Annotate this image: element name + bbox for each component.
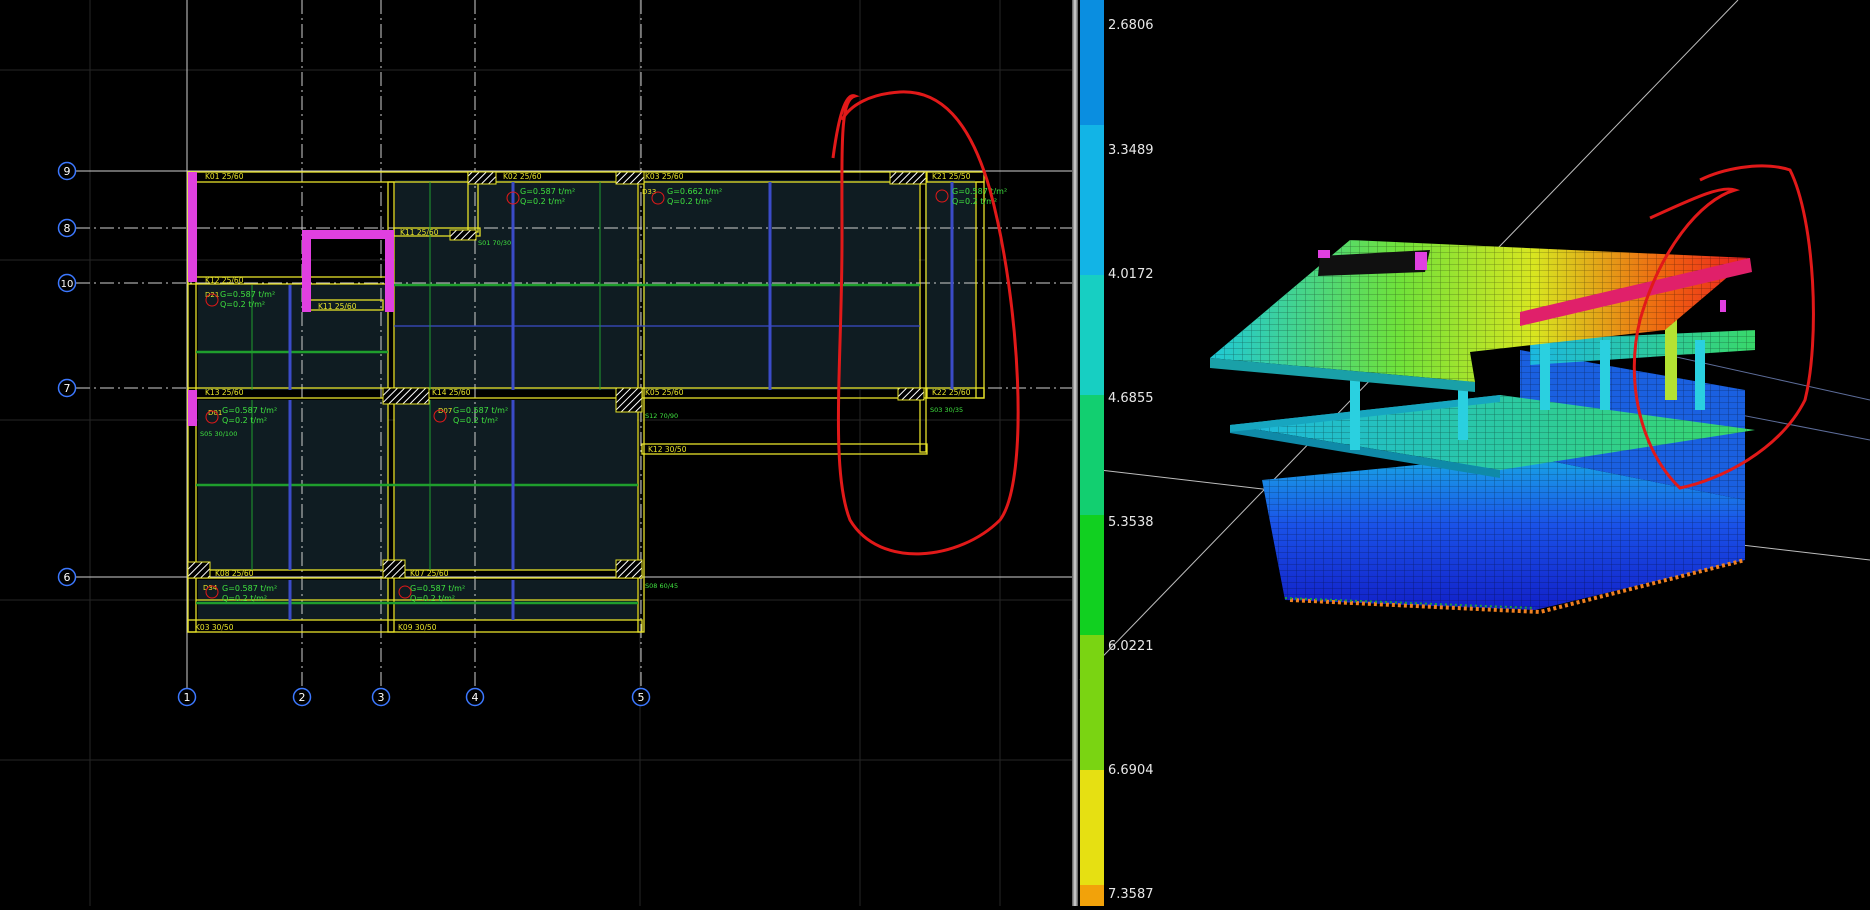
slab-q-load: Q=0.2 t/m² <box>222 594 267 603</box>
beam-label: K02 25/60 <box>503 172 542 181</box>
beam-label: K09 30/50 <box>398 623 437 632</box>
axis-bubble-5[interactable]: 5 <box>631 687 651 707</box>
slab-tag: D33 <box>642 188 656 196</box>
axis-bubble-9[interactable]: 9 <box>57 161 77 181</box>
axis-label: 4 <box>472 691 479 704</box>
beam-label: K05 25/60 <box>645 388 684 397</box>
column-label: S01 70/30 <box>478 239 511 247</box>
beam-label: K07 25/60 <box>410 569 449 578</box>
axis-bubble-10[interactable]: 10 <box>57 273 77 293</box>
slab-areas <box>198 180 975 620</box>
color-legend: 2.6806 3.3489 4.0172 4.6855 5.3538 6.022… <box>1080 0 1154 906</box>
legend-swatch <box>1080 395 1104 515</box>
beam-label: K03 25/60 <box>645 172 684 181</box>
slab-q-load: Q=0.2 t/m² <box>222 416 267 425</box>
axis-label: 10 <box>61 279 74 290</box>
3d-model-canvas <box>1079 0 1870 681</box>
legend-swatch <box>1080 515 1104 635</box>
legend-value: 6.6904 <box>1108 763 1154 778</box>
axis-bubble-7[interactable]: 7 <box>57 378 77 398</box>
legend-value: 2.6806 <box>1108 18 1154 33</box>
axis-bubble-6[interactable]: 6 <box>57 567 77 587</box>
legend-value: 7.3587 <box>1108 887 1154 902</box>
axis-label: 5 <box>638 691 645 704</box>
slab-q-load: Q=0.2 t/m² <box>520 197 565 206</box>
legend-swatch <box>1080 125 1104 275</box>
beam-label: K11 25/60 <box>400 228 439 237</box>
slab-tag: D01 <box>208 409 222 417</box>
legend-value: 4.0172 <box>1108 267 1154 282</box>
beam-label: K22 25/60 <box>932 388 971 397</box>
beam-label: K12 30/50 <box>648 445 687 454</box>
slab-g-load: G=0.587 t/m² <box>222 584 277 593</box>
slab-g-load: G=0.587 t/m² <box>453 406 508 415</box>
axis-label: 3 <box>378 691 385 704</box>
beam-label: K03 30/50 <box>195 623 234 632</box>
slab-q-load: Q=0.2 t/m² <box>453 416 498 425</box>
legend-swatch <box>1080 275 1104 395</box>
slab-q-load: Q=0.2 t/m² <box>410 594 455 603</box>
slab-g-load: G=0.587 t/m² <box>952 187 1007 196</box>
beam-label: K14 25/60 <box>432 388 471 397</box>
slab-g-load: G=0.587 t/m² <box>410 584 465 593</box>
legend-swatch <box>1080 0 1104 125</box>
legend-swatch <box>1080 885 1104 906</box>
axis-label: 7 <box>64 382 71 395</box>
slab-tag: D34 <box>203 584 218 592</box>
floor-plan-canvas: K01 25/60 K02 25/60 K03 25/60 K21 25/50 … <box>0 0 1072 906</box>
column-label: S12 70/90 <box>645 412 678 420</box>
beam-label: K08 25/60 <box>215 569 254 578</box>
axis-label: 8 <box>64 222 71 235</box>
beam-label: K13 25/60 <box>205 388 244 397</box>
row-axis-bubbles: 9 8 10 7 6 <box>57 161 77 587</box>
axis-bubble-4[interactable]: 4 <box>465 687 485 707</box>
column-label: S05 30/100 <box>200 430 237 438</box>
slab-q-load: Q=0.2 t/m² <box>667 197 712 206</box>
legend-value: 6.0221 <box>1108 639 1154 654</box>
axis-bubble-2[interactable]: 2 <box>292 687 312 707</box>
beam-label: K11 25/60 <box>318 302 357 311</box>
slab-g-load: G=0.587 t/m² <box>220 290 275 299</box>
axis-bubble-1[interactable]: 1 <box>177 687 197 707</box>
axis-bubble-8[interactable]: 8 <box>57 218 77 238</box>
slab-g-load: G=0.587 t/m² <box>520 187 575 196</box>
axis-label: 9 <box>64 165 71 178</box>
axis-label: 6 <box>64 571 71 584</box>
slab-q-load: Q=0.2 t/m² <box>220 300 265 309</box>
legend-swatch <box>1080 635 1104 770</box>
slab-g-load: G=0.662 t/m² <box>667 187 722 196</box>
legend-value: 4.6855 <box>1108 391 1154 406</box>
axis-bubble-3[interactable]: 3 <box>371 687 391 707</box>
slab-q-load: Q=0.2 t/m² <box>952 197 997 206</box>
column-axis-bubbles: 1 2 3 4 5 <box>177 687 651 707</box>
column-label: S03 30/35 <box>930 406 963 414</box>
beam-label: K12 25/60 <box>205 276 244 285</box>
axis-label: 1 <box>184 691 191 704</box>
legend-swatch <box>1080 770 1104 885</box>
axis-label: 2 <box>299 691 306 704</box>
legend-value: 3.3489 <box>1108 143 1154 158</box>
column-label: S08 60/45 <box>645 582 678 590</box>
legend-value: 5.3538 <box>1108 515 1154 530</box>
slab-g-load: G=0.587 t/m² <box>222 406 277 415</box>
3d-model-viewport[interactable]: 2.6806 3.3489 4.0172 4.6855 5.3538 6.022… <box>1078 0 1870 906</box>
beam-label: K21 25/50 <box>932 172 971 181</box>
beam-label: K01 25/60 <box>205 172 244 181</box>
floor-plan-viewport[interactable]: K01 25/60 K02 25/60 K03 25/60 K21 25/50 … <box>0 0 1072 906</box>
